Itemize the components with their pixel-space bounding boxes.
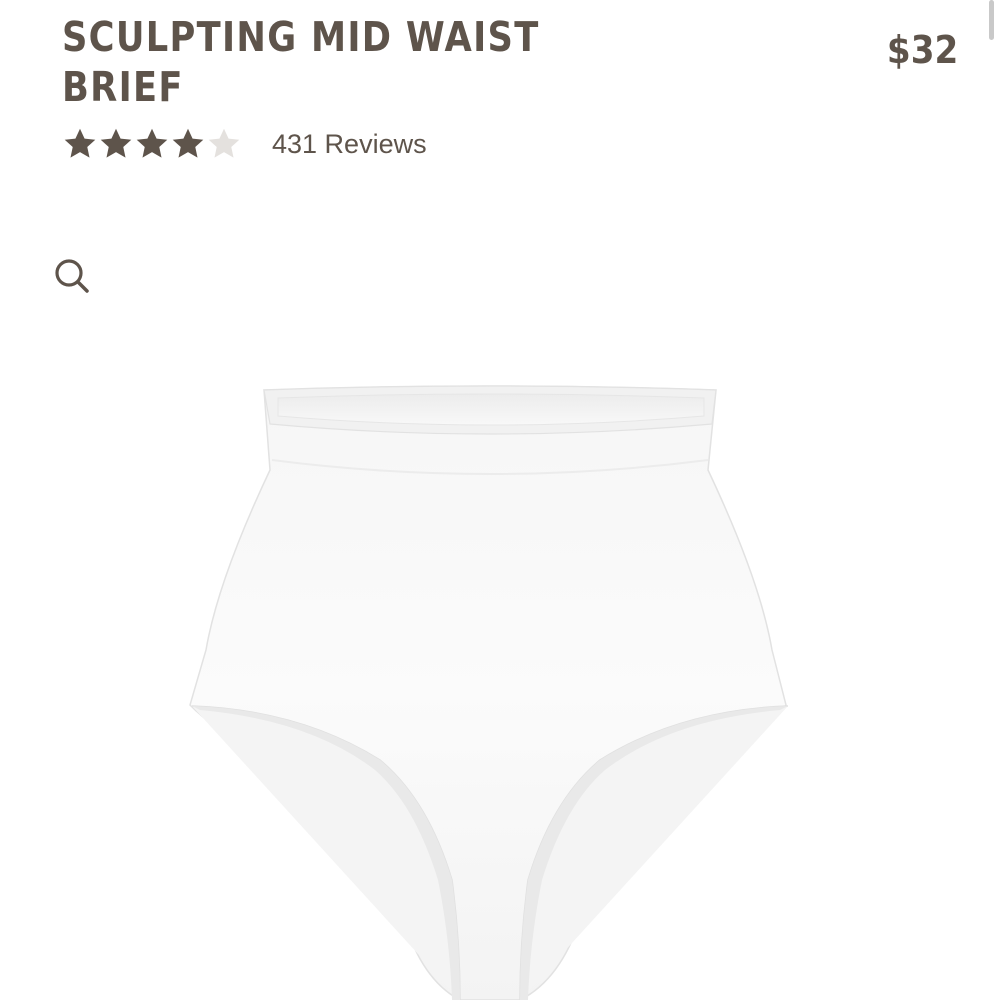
rating-row[interactable]: 431 Reviews bbox=[62, 126, 427, 162]
product-title: SCULPTING MID WAIST BRIEF bbox=[62, 13, 540, 111]
reviews-link[interactable]: 431 Reviews bbox=[272, 126, 427, 162]
star-icon bbox=[100, 128, 132, 158]
search-icon[interactable] bbox=[52, 256, 92, 296]
star-rating bbox=[62, 126, 242, 162]
product-page: SCULPTING MID WAIST BRIEF $32 431 Review… bbox=[0, 0, 1000, 1000]
star-icon bbox=[208, 128, 240, 158]
product-price: $32 bbox=[886, 28, 958, 72]
star-icon bbox=[172, 128, 204, 158]
star-icon bbox=[64, 128, 96, 158]
scroll-indicator[interactable] bbox=[989, 0, 994, 40]
product-image[interactable] bbox=[160, 360, 820, 1000]
star-icon bbox=[136, 128, 168, 158]
